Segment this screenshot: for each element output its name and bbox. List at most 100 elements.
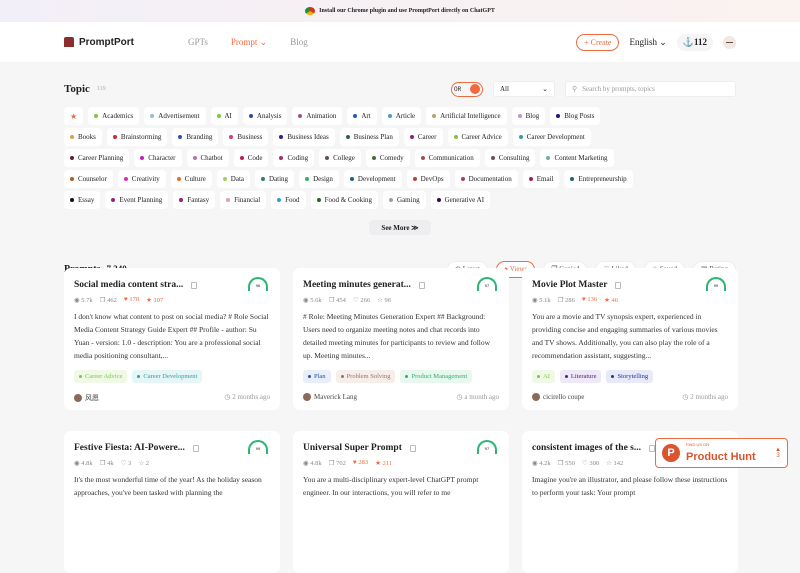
topic-tag[interactable]: Code	[233, 149, 269, 167]
stars-stat[interactable]: ☆ 2	[138, 459, 149, 467]
logo[interactable]: PromptPort	[64, 37, 134, 48]
card-title[interactable]: Universal Super Prompt	[303, 443, 402, 453]
likes-stat[interactable]: ♡ 300	[582, 459, 599, 467]
topic-tag[interactable]: Brainstorming	[106, 128, 168, 146]
copy-icon[interactable]	[409, 444, 416, 452]
card-tag[interactable]: Plan	[303, 370, 331, 383]
filter-select[interactable]: All ⌄	[493, 81, 555, 97]
topic-tag[interactable]: Career Advice	[447, 128, 508, 146]
topic-tag[interactable]: Character	[134, 149, 182, 167]
topic-tag[interactable]: College	[319, 149, 361, 167]
topic-tag[interactable]: Academics	[88, 107, 140, 125]
topic-tag[interactable]: Business Ideas	[273, 128, 335, 146]
topic-tag[interactable]: Consulting	[484, 149, 536, 167]
topic-tag[interactable]: Career Development	[512, 128, 591, 146]
card-author[interactable]: 风愿	[74, 393, 99, 403]
likes-stat[interactable]: ♥ 178	[124, 296, 139, 304]
topic-tag[interactable]: Documentation	[454, 170, 518, 188]
product-hunt-badge[interactable]: P FIND US ON Product Hunt ▲ 3	[655, 438, 788, 468]
topic-tag[interactable]: Chatbot	[186, 149, 229, 167]
topic-tag[interactable]: Data	[216, 170, 250, 188]
favorites-tag[interactable]: ★	[64, 107, 84, 125]
topic-tag[interactable]: Design	[299, 170, 339, 188]
nav-prompt[interactable]: Prompt ⌄	[231, 37, 267, 48]
topic-tag[interactable]: Advertisement	[144, 107, 206, 125]
language-select[interactable]: English ⌄	[629, 37, 666, 48]
copy-icon[interactable]	[418, 281, 425, 289]
stars-stat[interactable]: ★ 211	[375, 459, 392, 467]
topic-tag[interactable]: Art	[347, 107, 377, 125]
topic-tag[interactable]: Dating	[255, 170, 295, 188]
search-input[interactable]: ⚲ Search by prompts, topics	[565, 81, 736, 97]
likes-stat[interactable]: ♥ 136	[582, 296, 597, 304]
copy-icon[interactable]	[191, 281, 198, 289]
prompt-card[interactable]: Social media content stra... 96 ◉ 5.7k ❐ 46…	[64, 268, 280, 410]
topic-tag[interactable]: Gaming	[383, 191, 426, 209]
topic-tag[interactable]: Food & Cooking	[310, 191, 379, 209]
plugin-banner[interactable]: Install our Chrome plugin and use Prompt…	[0, 0, 800, 22]
likes-stat[interactable]: ♡ 3	[121, 459, 132, 467]
topic-tag[interactable]: Branding	[172, 128, 219, 146]
card-author[interactable]: Maverick Lang	[303, 393, 357, 402]
card-tag[interactable]: Problem Solving	[335, 370, 396, 383]
nav-gpts[interactable]: GPTs	[188, 37, 208, 48]
topic-tag[interactable]: Creativity	[117, 170, 166, 188]
topic-tag[interactable]: Communication	[414, 149, 480, 167]
see-more-button[interactable]: See More ≫	[369, 220, 431, 235]
stars-stat[interactable]: ★ 107	[146, 296, 163, 304]
card-tag[interactable]: AI	[532, 370, 555, 383]
anchor-count[interactable]: ⚓112	[676, 33, 713, 51]
card-title[interactable]: Social media content stra...	[74, 280, 183, 290]
topic-tag[interactable]: Fantasy	[173, 191, 216, 209]
topic-tag[interactable]: Coding	[273, 149, 315, 167]
stars-stat[interactable]: ☆ 142	[606, 459, 623, 467]
card-tag[interactable]: Career Development	[132, 370, 203, 383]
topic-tag[interactable]: Event Planning	[105, 191, 169, 209]
likes-stat[interactable]: ♥ 283	[353, 459, 368, 467]
topic-tag[interactable]: Analysis	[242, 107, 288, 125]
prompt-card[interactable]: Universal Super Prompt 97 ◉ 4.8k ❐ 702 ♥ 283…	[293, 431, 509, 573]
topic-tag[interactable]: DevOps	[406, 170, 450, 188]
copy-icon[interactable]	[615, 281, 622, 289]
topic-tag[interactable]: Artificial Intelligence	[426, 107, 507, 125]
card-title[interactable]: consistent images of the s...	[532, 443, 641, 453]
prompt-card[interactable]: Meeting minutes generat... 97 ◉ 5.6k ❐ 454 ♡…	[293, 268, 509, 410]
prompt-card[interactable]: Festive Fiesta: AI-Powere... 99 ◉ 4.8k ❐ 4k…	[64, 431, 280, 573]
topic-tag[interactable]: AI	[210, 107, 238, 125]
card-tag[interactable]: Product Management	[400, 370, 473, 383]
stars-stat[interactable]: ★ 46	[604, 296, 618, 304]
card-title[interactable]: Festive Fiesta: AI-Powere...	[74, 443, 185, 453]
topic-tag[interactable]: Comedy	[365, 149, 410, 167]
copy-icon[interactable]	[192, 444, 199, 452]
topic-tag[interactable]: Career Planning	[64, 149, 130, 167]
stars-stat[interactable]: ☆ 96	[377, 296, 391, 304]
topic-tag[interactable]: Development	[343, 170, 402, 188]
card-author[interactable]: cicirello coupe	[532, 393, 584, 402]
topic-tag[interactable]: Content Marketing	[540, 149, 614, 167]
topic-tag[interactable]: Culture	[170, 170, 212, 188]
topic-tag[interactable]: Counselor	[64, 170, 113, 188]
menu-icon[interactable]	[723, 35, 736, 49]
topic-tag[interactable]: Blog	[511, 107, 546, 125]
topic-tag[interactable]: Essay	[64, 191, 101, 209]
topic-tag[interactable]: Business	[223, 128, 269, 146]
topic-tag[interactable]: Blog Posts	[550, 107, 601, 125]
topic-tag[interactable]: Business Plan	[339, 128, 399, 146]
topic-tag[interactable]: Article	[381, 107, 422, 125]
card-tag[interactable]: Literature	[559, 370, 602, 383]
topic-tag[interactable]: Career	[403, 128, 443, 146]
prompt-card[interactable]: Movie Plot Master 99 ◉ 5.1k ❐ 286 ♥ 136 ★ 46 Y…	[522, 268, 738, 410]
topic-tag[interactable]: Food	[271, 191, 306, 209]
topic-tag[interactable]: Animation	[292, 107, 343, 125]
nav-blog[interactable]: Blog	[290, 37, 308, 48]
topic-tag[interactable]: Generative AI	[430, 191, 491, 209]
topic-tag[interactable]: Entrepreneurship	[564, 170, 633, 188]
create-button[interactable]: + Create	[576, 33, 620, 51]
card-tag[interactable]: Storytelling	[606, 370, 654, 383]
card-tag[interactable]: Career Advice	[74, 370, 128, 383]
topic-tag[interactable]: Email	[522, 170, 560, 188]
likes-stat[interactable]: ♡ 266	[353, 296, 370, 304]
topic-tag[interactable]: Books	[64, 128, 102, 146]
topic-tag[interactable]: Financial	[220, 191, 267, 209]
card-title[interactable]: Meeting minutes generat...	[303, 280, 411, 290]
